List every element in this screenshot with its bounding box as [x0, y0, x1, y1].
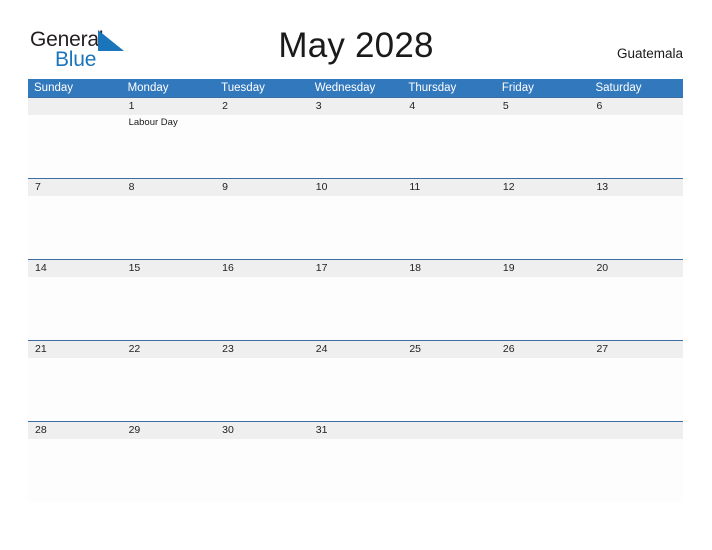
day-cell[interactable] — [309, 439, 403, 502]
date-number[interactable]: 6 — [589, 98, 683, 115]
dow-header-monday: Monday — [127, 82, 169, 94]
day-cell[interactable] — [496, 358, 590, 421]
date-number[interactable]: 16 — [215, 260, 309, 277]
day-cell[interactable] — [496, 277, 590, 340]
date-number[interactable]: 29 — [122, 422, 216, 439]
day-cell[interactable] — [589, 196, 683, 259]
date-number[interactable]: 8 — [122, 179, 216, 196]
page-header: General Blue May 2028 Guatemala — [0, 0, 712, 78]
day-cell[interactable] — [122, 196, 216, 259]
day-cell[interactable] — [28, 277, 122, 340]
dow-header-tuesday: Tuesday — [221, 82, 265, 94]
day-cell[interactable] — [215, 358, 309, 421]
day-cell[interactable] — [28, 115, 122, 178]
calendar-week-row: 7 8 9 10 11 12 13 — [28, 178, 683, 259]
date-number[interactable]: 3 — [309, 98, 403, 115]
day-cell[interactable] — [122, 277, 216, 340]
week-date-number-band: 1 2 3 4 5 6 — [28, 97, 683, 115]
day-cell[interactable] — [28, 196, 122, 259]
day-cell[interactable] — [309, 196, 403, 259]
date-number[interactable]: 5 — [496, 98, 590, 115]
day-cell[interactable] — [589, 277, 683, 340]
date-number[interactable]: 21 — [28, 341, 122, 358]
day-cell[interactable] — [28, 358, 122, 421]
calendar-week-row: 21 22 23 24 25 26 27 — [28, 340, 683, 421]
day-cell[interactable] — [589, 115, 683, 178]
date-number[interactable]: 17 — [309, 260, 403, 277]
day-cell[interactable] — [402, 196, 496, 259]
date-number[interactable]: 28 — [28, 422, 122, 439]
date-number[interactable]: 20 — [589, 260, 683, 277]
day-cell[interactable] — [589, 358, 683, 421]
date-number[interactable]: 10 — [309, 179, 403, 196]
page-title: May 2028 — [278, 26, 434, 65]
day-cell[interactable] — [309, 277, 403, 340]
date-number[interactable] — [589, 422, 683, 439]
calendar-week-row: 1 2 3 4 5 6 Labour Day — [28, 97, 683, 178]
date-number[interactable]: 24 — [309, 341, 403, 358]
calendar-grid: Sunday Monday Tuesday Wednesday Thursday… — [28, 79, 683, 502]
day-cell[interactable] — [122, 439, 216, 502]
day-cell[interactable] — [215, 439, 309, 502]
date-number[interactable]: 1 — [122, 98, 216, 115]
date-number[interactable]: 7 — [28, 179, 122, 196]
date-number[interactable]: 2 — [215, 98, 309, 115]
event-label: Labour Day — [128, 117, 178, 128]
date-number[interactable]: 30 — [215, 422, 309, 439]
week-event-band: Labour Day — [28, 115, 683, 178]
week-event-band — [28, 277, 683, 340]
date-number[interactable]: 13 — [589, 179, 683, 196]
day-cell[interactable] — [122, 358, 216, 421]
day-cell[interactable] — [496, 115, 590, 178]
week-event-band — [28, 358, 683, 421]
date-number[interactable]: 22 — [122, 341, 216, 358]
date-number[interactable]: 9 — [215, 179, 309, 196]
week-date-number-band: 28 29 30 31 — [28, 421, 683, 439]
calendar-week-row: 28 29 30 31 — [28, 421, 683, 502]
date-number[interactable] — [496, 422, 590, 439]
week-event-band — [28, 196, 683, 259]
dow-header-friday: Friday — [501, 82, 534, 94]
calendar-week-row: 14 15 16 17 18 19 20 — [28, 259, 683, 340]
day-cell[interactable] — [215, 277, 309, 340]
day-cell[interactable] — [28, 439, 122, 502]
day-cell[interactable] — [309, 358, 403, 421]
date-number[interactable]: 26 — [496, 341, 590, 358]
country-label: Guatemala — [616, 46, 683, 61]
day-cell[interactable] — [215, 196, 309, 259]
date-number[interactable]: 18 — [402, 260, 496, 277]
day-cell[interactable] — [496, 196, 590, 259]
date-number[interactable] — [402, 422, 496, 439]
date-number[interactable]: 14 — [28, 260, 122, 277]
day-cell[interactable] — [496, 439, 590, 502]
week-date-number-band: 7 8 9 10 11 12 13 — [28, 178, 683, 196]
date-number[interactable]: 31 — [309, 422, 403, 439]
day-cell[interactable]: Labour Day — [122, 115, 216, 178]
day-cell[interactable] — [402, 439, 496, 502]
date-number[interactable]: 19 — [496, 260, 590, 277]
date-number[interactable]: 25 — [402, 341, 496, 358]
date-number[interactable]: 11 — [402, 179, 496, 196]
week-date-number-band: 21 22 23 24 25 26 27 — [28, 340, 683, 358]
dow-header-sunday: Sunday — [34, 82, 74, 94]
date-number[interactable]: 15 — [122, 260, 216, 277]
day-of-week-header-row: Sunday Monday Tuesday Wednesday Thursday… — [28, 79, 683, 97]
day-cell[interactable] — [402, 358, 496, 421]
date-number[interactable]: 12 — [496, 179, 590, 196]
date-number[interactable] — [28, 98, 122, 115]
day-cell[interactable] — [215, 115, 309, 178]
day-cell[interactable] — [589, 439, 683, 502]
week-date-number-band: 14 15 16 17 18 19 20 — [28, 259, 683, 277]
dow-header-thursday: Thursday — [408, 82, 457, 94]
date-number[interactable]: 4 — [402, 98, 496, 115]
day-cell[interactable] — [309, 115, 403, 178]
week-event-band — [28, 439, 683, 502]
calendar-page: General Blue May 2028 Guatemala Sunday M… — [0, 0, 712, 550]
dow-header-saturday: Saturday — [595, 82, 642, 94]
day-cell[interactable] — [402, 115, 496, 178]
date-number[interactable]: 27 — [589, 341, 683, 358]
dow-header-wednesday: Wednesday — [314, 82, 376, 94]
day-cell[interactable] — [402, 277, 496, 340]
date-number[interactable]: 23 — [215, 341, 309, 358]
